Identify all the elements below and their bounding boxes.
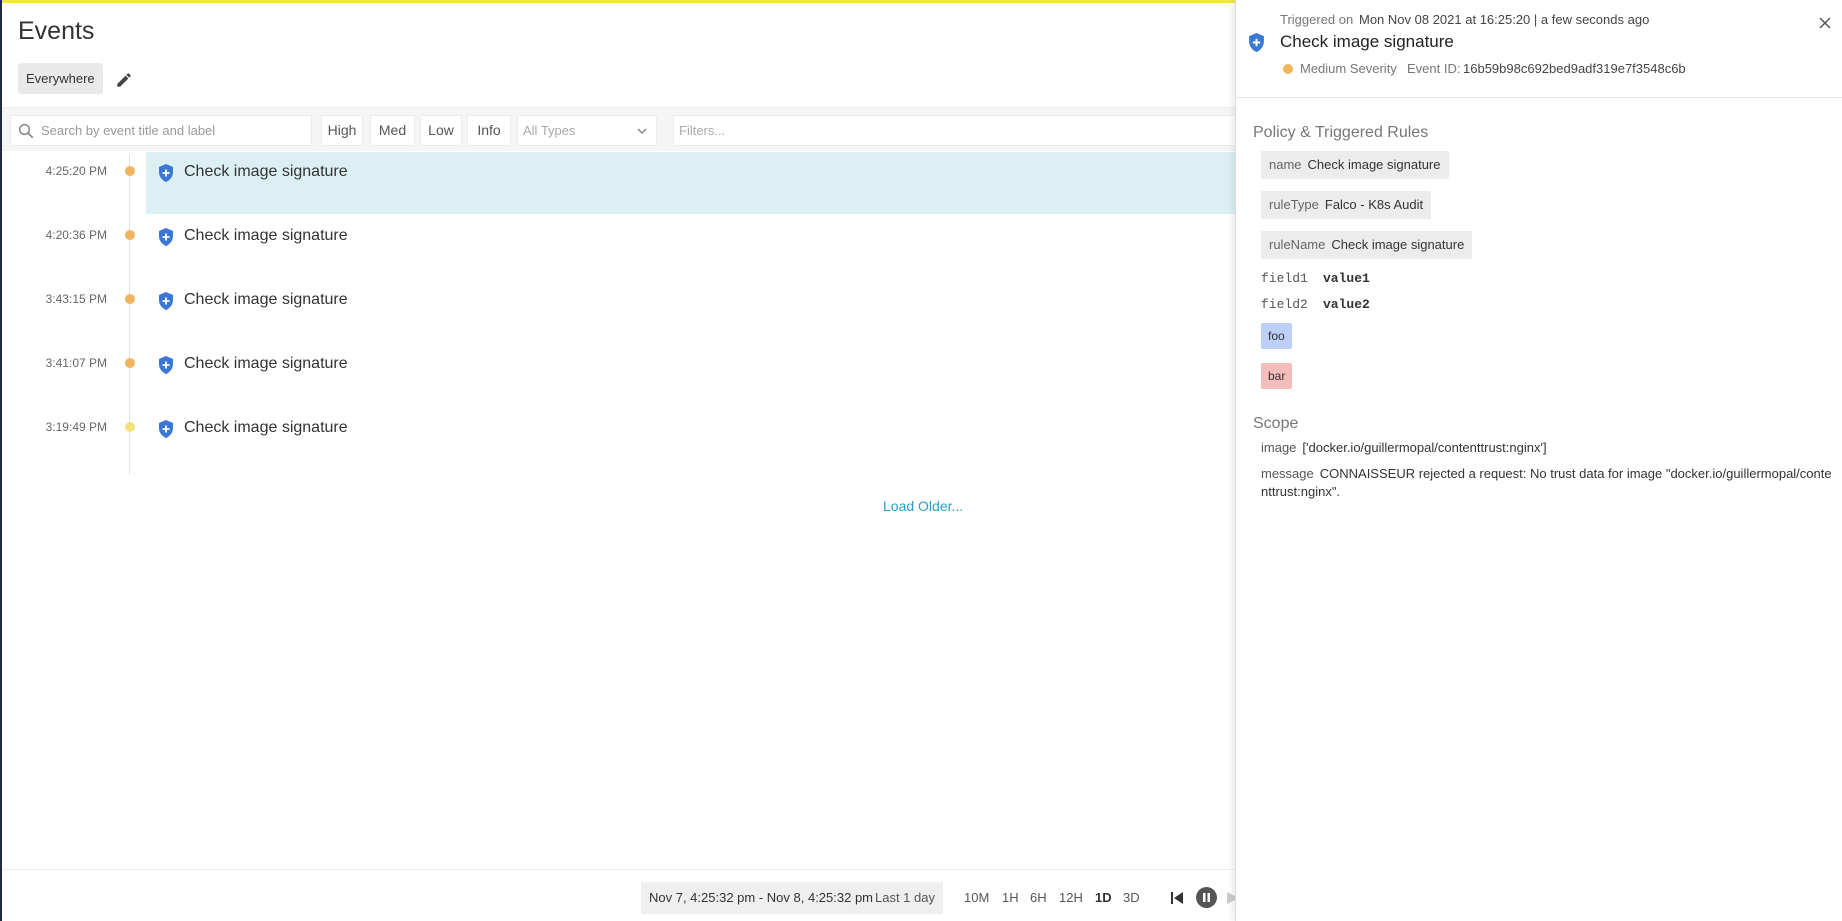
severity-low-button[interactable]: Low <box>420 115 462 146</box>
time-range-text: Nov 7, 4:25:32 pm - Nov 8, 4:25:32 pm <box>649 890 874 905</box>
severity-info-button[interactable]: Info <box>467 115 511 146</box>
load-older-link[interactable]: Load Older... <box>883 498 963 514</box>
event-time: 3:43:15 PM <box>45 292 107 306</box>
shield-icon <box>159 164 173 182</box>
label-tag: foo <box>1261 323 1292 349</box>
triggered-value: Mon Nov 08 2021 at 16:25:20 | a few seco… <box>1359 12 1650 27</box>
close-icon[interactable] <box>1818 16 1832 30</box>
event-title: Check image signature <box>184 291 348 308</box>
page-title: Events <box>18 17 95 45</box>
shield-icon <box>159 420 173 438</box>
scope-image-row: image ['docker.io/guillermopal/contenttru… <box>1261 439 1547 457</box>
time-navigation-bar: Nov 7, 4:25:32 pm - Nov 8, 4:25:32 pm La… <box>2 869 1237 921</box>
shield-icon <box>159 356 173 374</box>
event-time: 3:19:49 PM <box>45 420 107 434</box>
event-title: Check image signature <box>184 227 348 244</box>
scope-key: image <box>1261 440 1297 455</box>
severity-dot <box>125 422 135 432</box>
shield-icon <box>1249 33 1264 52</box>
event-card[interactable]: Check image signature <box>146 344 1235 406</box>
severity-med-button[interactable]: Med <box>370 115 415 146</box>
events-main: Events Everywhere High Med Low Info All … <box>2 3 1237 921</box>
pause-icon[interactable] <box>1196 887 1217 908</box>
severity-dot <box>125 166 135 176</box>
time-range-duration: Last 1 day <box>875 890 935 905</box>
rule-chip: ruleType Falco - K8s Audit <box>1261 191 1432 219</box>
search-box <box>10 115 312 146</box>
search-input[interactable] <box>41 116 309 145</box>
event-row[interactable]: 4:20:36 PM Check image signature <box>2 216 1235 278</box>
scope-key: message <box>1261 466 1314 481</box>
triggered-label: Triggered on <box>1280 12 1354 27</box>
event-id-value: 16b59b98c692bed9adf319e7f3548c6b <box>1463 61 1686 76</box>
event-id-label: Event ID: <box>1407 61 1461 76</box>
severity-label: Medium Severity <box>1300 61 1397 76</box>
scope-value: CONNAISSEUR rejected a request: No trust… <box>1261 466 1832 499</box>
rule-chip: name Check image signature <box>1261 151 1449 179</box>
event-title: Check image signature <box>184 419 348 436</box>
event-time: 4:20:36 PM <box>45 228 107 242</box>
rule-chip: ruleName Check image signature <box>1261 231 1473 259</box>
filters-box <box>673 115 1235 146</box>
rule-key: ruleType <box>1269 197 1319 212</box>
event-row[interactable]: 3:43:15 PM Check image signature <box>2 280 1235 342</box>
severity-dot <box>125 358 135 368</box>
scope-selector[interactable]: Everywhere <box>18 63 103 94</box>
event-card[interactable]: Check image signature <box>146 152 1235 214</box>
severity-high-button[interactable]: High <box>321 115 363 146</box>
type-select-value: All Types <box>523 123 576 138</box>
field-row: field1 value1 <box>1261 271 1370 286</box>
pencil-icon[interactable] <box>115 71 133 89</box>
panel-title: Check image signature <box>1280 32 1454 51</box>
policy-section-title: Policy & Triggered Rules <box>1253 124 1429 141</box>
rule-key: ruleName <box>1269 237 1326 252</box>
search-icon <box>18 123 34 139</box>
shield-icon <box>159 228 173 246</box>
scope-section-title: Scope <box>1253 415 1299 432</box>
event-time: 4:25:20 PM <box>45 164 107 178</box>
rule-value: Check image signature <box>1307 157 1441 172</box>
event-card[interactable]: Check image signature <box>146 216 1235 278</box>
rule-value: Check image signature <box>1331 237 1465 252</box>
scope-message-row: message CONNAISSEUR rejected a request: N… <box>1261 465 1836 501</box>
severity-dot <box>1283 64 1293 74</box>
event-time: 3:41:07 PM <box>45 356 107 370</box>
event-card[interactable]: Check image signature <box>146 408 1235 470</box>
time-range-picker[interactable]: Nov 7, 4:25:32 pm - Nov 8, 4:25:32 pm La… <box>641 882 943 914</box>
rule-value: Falco - K8s Audit <box>1324 197 1424 212</box>
zoom-10m-button[interactable]: 10M <box>964 890 989 905</box>
filters-input[interactable] <box>674 116 1235 145</box>
filter-toolbar: High Med Low Info All Types <box>2 107 1235 151</box>
event-title: Check image signature <box>184 355 348 372</box>
panel-header: Triggered on Mon Nov 08 2021 at 16:25:20… <box>1236 0 1842 98</box>
severity-dot <box>125 230 135 240</box>
event-title: Check image signature <box>184 163 348 180</box>
event-card[interactable]: Check image signature <box>146 280 1235 342</box>
event-row[interactable]: 3:19:49 PM Check image signature <box>2 408 1235 470</box>
zoom-6h-button[interactable]: 6H <box>1030 890 1047 905</box>
label-tag: bar <box>1261 363 1293 389</box>
zoom-1d-button[interactable]: 1D <box>1095 890 1112 905</box>
event-row[interactable]: 3:41:07 PM Check image signature <box>2 344 1235 406</box>
scope-value: ['docker.io/guillermopal/contenttrust:ng… <box>1302 440 1547 455</box>
zoom-3d-button[interactable]: 3D <box>1123 890 1140 905</box>
shield-icon <box>159 292 173 310</box>
event-detail-panel: Triggered on Mon Nov 08 2021 at 16:25:20… <box>1235 0 1842 921</box>
field-value: value2 <box>1323 297 1370 312</box>
field-row: field2 value2 <box>1261 297 1370 312</box>
type-select[interactable]: All Types <box>517 115 657 146</box>
rule-key: name <box>1269 157 1302 172</box>
field-key: field1 <box>1261 271 1308 286</box>
zoom-1h-button[interactable]: 1H <box>1002 890 1019 905</box>
skip-to-start-icon[interactable] <box>1169 890 1185 906</box>
zoom-12h-button[interactable]: 12H <box>1059 890 1083 905</box>
field-key: field2 <box>1261 297 1308 312</box>
severity-dot <box>125 294 135 304</box>
chevron-down-icon <box>637 128 647 135</box>
field-value: value1 <box>1323 271 1370 286</box>
event-row[interactable]: 4:25:20 PM Check image signature <box>2 152 1235 214</box>
